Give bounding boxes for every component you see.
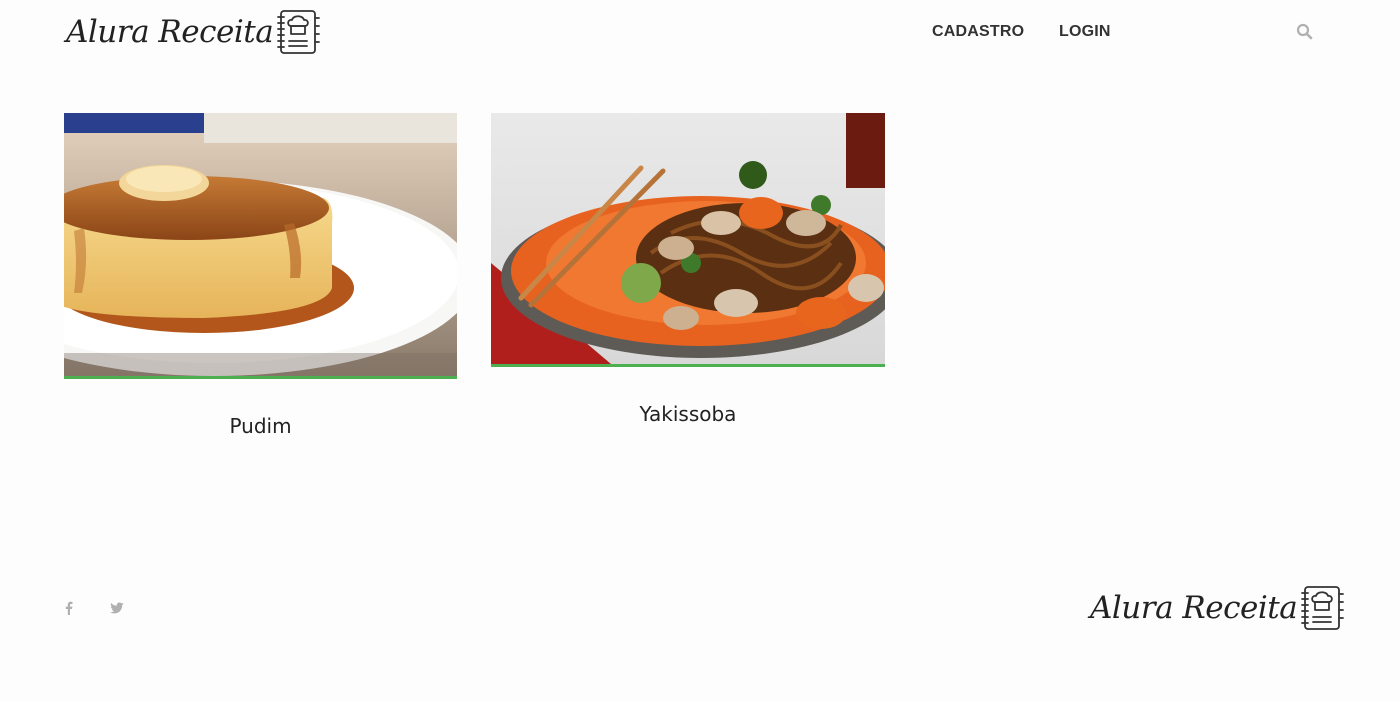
card-accent-bar	[491, 364, 885, 367]
nav-cadastro[interactable]: CADASTRO	[932, 23, 1024, 41]
site-footer: Alura Receita	[0, 560, 1400, 701]
facebook-icon[interactable]	[62, 600, 76, 615]
yakissoba-photo	[491, 113, 885, 364]
recipe-title[interactable]: Yakissoba	[491, 402, 885, 426]
footer-logo[interactable]: Alura Receita	[1090, 582, 1345, 634]
card-accent-bar	[64, 376, 457, 379]
twitter-icon[interactable]	[110, 600, 124, 614]
recipe-card-pudim[interactable]: Pudim	[64, 113, 457, 438]
nav-login[interactable]: LOGIN	[1059, 23, 1111, 41]
chef-recipe-book-icon	[277, 10, 321, 54]
site-header: Alura Receita CADASTRO LOGIN	[0, 0, 1400, 70]
logo-text: Alura Receita	[66, 14, 274, 50]
header-logo[interactable]: Alura Receita	[66, 6, 321, 58]
pudim-photo	[64, 113, 457, 376]
recipe-title[interactable]: Pudim	[64, 414, 457, 438]
search-icon[interactable]	[1296, 23, 1314, 41]
recipe-card-yakissoba[interactable]: Yakissoba	[491, 113, 885, 426]
logo-text: Alura Receita	[1090, 590, 1298, 626]
chef-recipe-book-icon	[1301, 586, 1345, 630]
